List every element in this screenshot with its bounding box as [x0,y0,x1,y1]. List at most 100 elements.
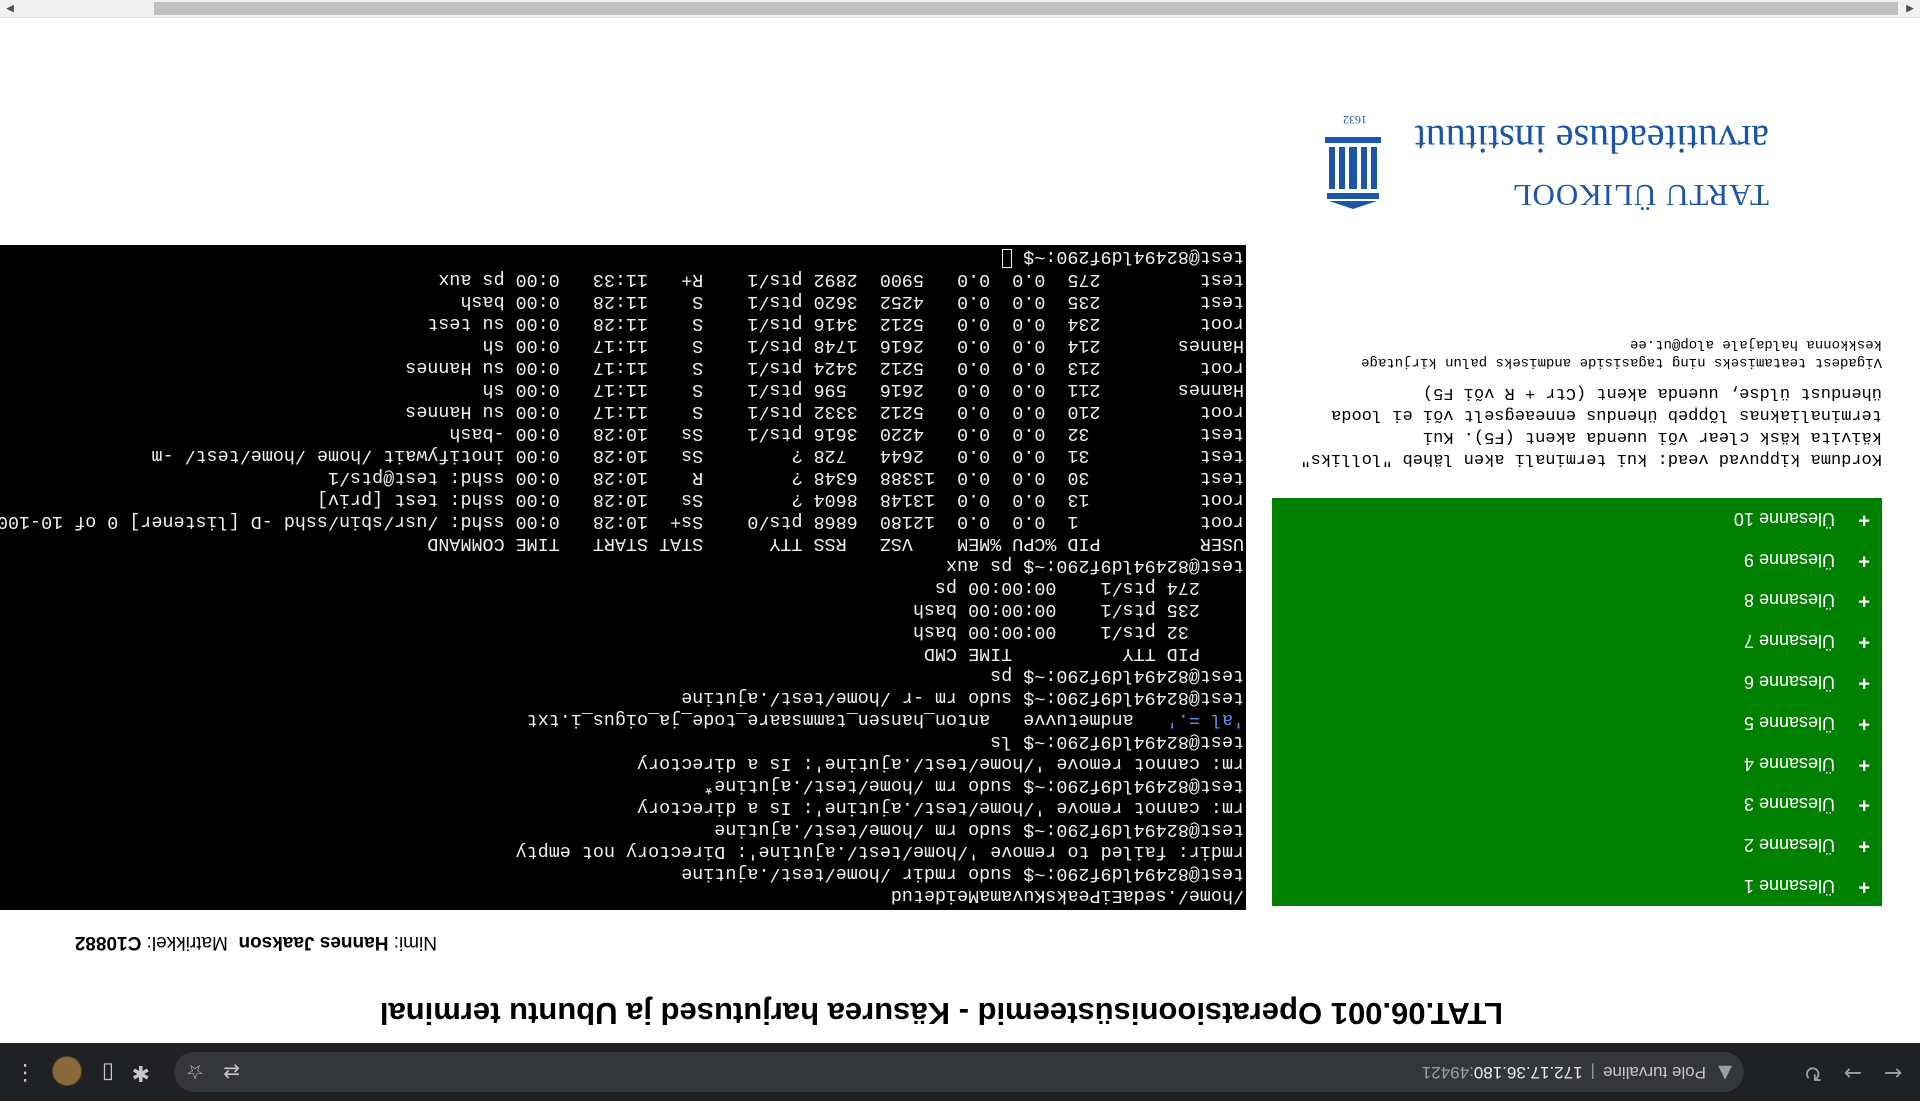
plus-icon[interactable]: + [1858,753,1870,776]
name-label: Nimi: [393,932,437,953]
terminal-line: Hannes 211 0.0 0.0 2616 596 pts/1 S 11:1… [482,379,1245,400]
browser-toolbar: ← → ↻ ▲ Pole turvaline | 172.17.36.180:494… [0,1043,1920,1101]
task-label: Ülesanne 5 [1743,712,1835,733]
terminal-line: test 275 0.0 0.0 5900 2892 pts/1 R+ 11:3… [438,269,1244,290]
terminal-line: root 13 0.0 0.0 13148 8604 ? Ss 10:28 0:… [316,489,1244,510]
terminal-line: 235 pts/1 00:00:00 bash [912,599,1244,620]
avatar[interactable] [52,1056,82,1086]
terminal-line: root 234 0.0 0.0 5212 3416 pts/1 S 11:28… [427,313,1244,334]
task-label: Ülesanne 3 [1743,794,1835,815]
page-rotated-180: ← → ↻ ▲ Pole turvaline | 172.17.36.180:494… [0,0,1920,1101]
side-panel-icon[interactable]: ▯ [102,1060,114,1085]
matriculation-label: Matrikkel: [146,932,228,953]
task-item[interactable]: + Ülesanne 7 [1272,621,1882,661]
terminal-cursor [1002,249,1013,268]
plus-icon[interactable]: + [1858,712,1870,735]
address-bar[interactable]: ▲ Pole turvaline | 172.17.36.180:49421 ⇄ ☆ [174,1052,1744,1092]
terminal-line: test@82494ld9f290:~$ sudo rmdir /home/te… [681,863,1244,884]
warning-triangle-icon[interactable]: ▲ [1718,1063,1732,1084]
task-item[interactable]: + Ülesanne 5 [1272,703,1882,743]
university-logo: TARTU ÜLIKOOL arvutiteaduse instituut 16… [1309,113,1769,215]
terminal-line: test@82494ld9f290:~$ sudo rm -r /home/te… [681,687,1244,708]
task-item[interactable]: + Ülesanne 6 [1272,662,1882,702]
terminal-line: 32 pts/1 00:00:00 bash [912,621,1244,642]
notes: Korduma kippuvad vead: kui terminali ake… [1242,335,1883,469]
task-label: Ülesanne 1 [1743,876,1835,896]
terminal-line: test 235 0.0 0.0 4252 3620 pts/1 S 11:28… [460,291,1244,312]
task-label: Ülesanne 4 [1743,753,1835,774]
contact-note: Vigadest teatamiseks ning tagasiside and… [1361,336,1882,370]
terminal-line: test@82494ld9f290:~$ [0,246,1244,268]
task-label: Ülesanne 9 [1743,549,1835,570]
plus-icon[interactable]: + [1858,671,1870,694]
plus-icon[interactable]: + [1858,834,1870,857]
quoted-filename: 'al =.' [1166,709,1244,730]
arrow-right-icon[interactable]: → [1838,1057,1868,1087]
terminal-line: USER PID %CPU %MEM VSZ RSS TTY STAT STAR… [427,533,1244,554]
task-list: + Ülesanne 1 + Ülesanne 2 + Ülesanne 3 + Ülesan… [1272,498,1882,906]
task-item[interactable]: + Ülesanne 2 [1272,825,1882,865]
kebab-menu-icon[interactable]: ⋮ [14,1060,36,1085]
scroll-right-arrow-icon[interactable]: ▶ [0,0,20,17]
url-host: 172.17.36.180 [1473,1063,1583,1082]
translate-icon[interactable]: ⇄ [223,1060,240,1084]
terminal-line: PID TTY TIME CMD [923,643,1244,664]
task-label: Ülesanne 6 [1743,672,1835,692]
terminal-output: /home/.sedaEiPeaksKuvamaMeidetud test@824… [0,246,1244,906]
plus-icon[interactable]: + [1858,508,1870,531]
task-item[interactable]: + Ülesanne 9 [1272,540,1882,580]
matriculation-value: C10882 [74,932,142,953]
scroll-left-arrow-icon[interactable]: ◀ [1900,0,1920,17]
star-icon[interactable]: ☆ [186,1060,204,1084]
scrollbar-thumb[interactable] [154,2,1898,15]
faq-note: Korduma kippuvad vead: kui terminali ake… [1300,383,1883,468]
task-item[interactable]: + Ülesanne 4 [1272,744,1882,784]
logo-university-name: TARTU ÜLIKOOL [1511,178,1769,213]
terminal-line: /home/.sedaEiPeaksKuvamaMeidetud [890,885,1244,906]
task-item[interactable]: + Ülesanne 3 [1272,784,1882,824]
university-emblem-icon [1325,137,1381,209]
plus-icon[interactable]: + [1858,875,1870,898]
terminal-line: rm: cannot remove '/home/test/.ajutine':… [637,753,1244,774]
reload-icon[interactable]: ↻ [1798,1057,1828,1087]
separator: | [1590,1063,1595,1082]
terminal-line: Hannes 214 0.0 0.0 2616 1748 pts/1 S 11:… [482,335,1245,356]
task-item[interactable]: + Ülesanne 1 [1272,866,1882,906]
arrow-left-icon[interactable]: ← [1878,1057,1908,1087]
terminal-line: test 30 0.0 0.0 13388 6348 ? R 10:28 0:0… [327,467,1244,488]
task-label: Ülesanne 10 [1733,508,1835,529]
terminal-line: rm: cannot remove '/home/test/.ajutine':… [637,797,1244,818]
logo-year: 1632 [1343,113,1367,127]
terminal-line: root 210 0.0 0.0 5212 3332 pts/1 S 11:17… [405,401,1244,422]
terminal-line: test@82494ld9f290:~$ ps aux [946,555,1244,576]
terminal-line: root 213 0.0 0.0 5212 3424 pts/1 S 11:17… [405,357,1244,378]
terminal-line: test@82494ld9f290:~$ ls [990,731,1244,752]
plus-icon[interactable]: + [1858,549,1870,572]
horizontal-scrollbar[interactable]: ◀ ▶ [0,0,1920,18]
terminal-line: test@82494ld9f290:~$ ps [990,665,1244,686]
terminal-line: rmdir: failed to remove '/home/test/.aju… [515,841,1244,862]
puzzle-icon[interactable]: ✱ [132,1060,150,1085]
terminal-line: root 1 0.0 0.0 12180 6868 pts/0 Ss+ 10:2… [0,511,1244,532]
plus-icon[interactable]: + [1858,630,1870,653]
address-text[interactable]: Pole turvaline | 172.17.36.180:49421 [1422,1062,1706,1082]
terminal-line: 274 pts/1 00:00:00 ps [934,577,1244,598]
page-title: LTAT.06.001 Operatsioonisüsteemid - Käsu… [379,996,1503,1031]
task-label: Ülesanne 8 [1743,590,1835,611]
plus-icon[interactable]: + [1858,793,1870,816]
terminal-line: test 32 0.0 0.0 4220 3616 pts/1 Ss 10:28… [449,423,1244,444]
security-label: Pole turvaline [1602,1063,1706,1082]
terminal-window[interactable]: /home/.sedaEiPeaksKuvamaMeidetud test@824… [0,245,1246,910]
plus-icon[interactable]: + [1858,589,1870,612]
task-label: Ülesanne 2 [1743,835,1835,856]
url-port: :49421 [1421,1063,1474,1082]
task-label: Ülesanne 7 [1743,631,1835,652]
terminal-line: test 31 0.0 0.0 2644 728 ? Ss 10:28 0:00… [151,445,1244,466]
task-item[interactable]: + Ülesanne 8 [1272,580,1882,620]
terminal-line: test@82494ld9f290:~$ sudo rm /home/test/… [703,775,1244,796]
student-info: Nimi: Hannes Jaakson Matrikkel: C10882 [75,931,437,953]
logo-institute-name: arvutiteaduse instituut [1414,117,1769,162]
terminal-line: test@82494ld9f290:~$ sudo rm /home/test/… [714,819,1244,840]
task-item[interactable]: + Ülesanne 10 [1272,499,1882,539]
terminal-line: 'al =.' andmetuvve anton_hansen_tammsaar… [526,709,1244,730]
